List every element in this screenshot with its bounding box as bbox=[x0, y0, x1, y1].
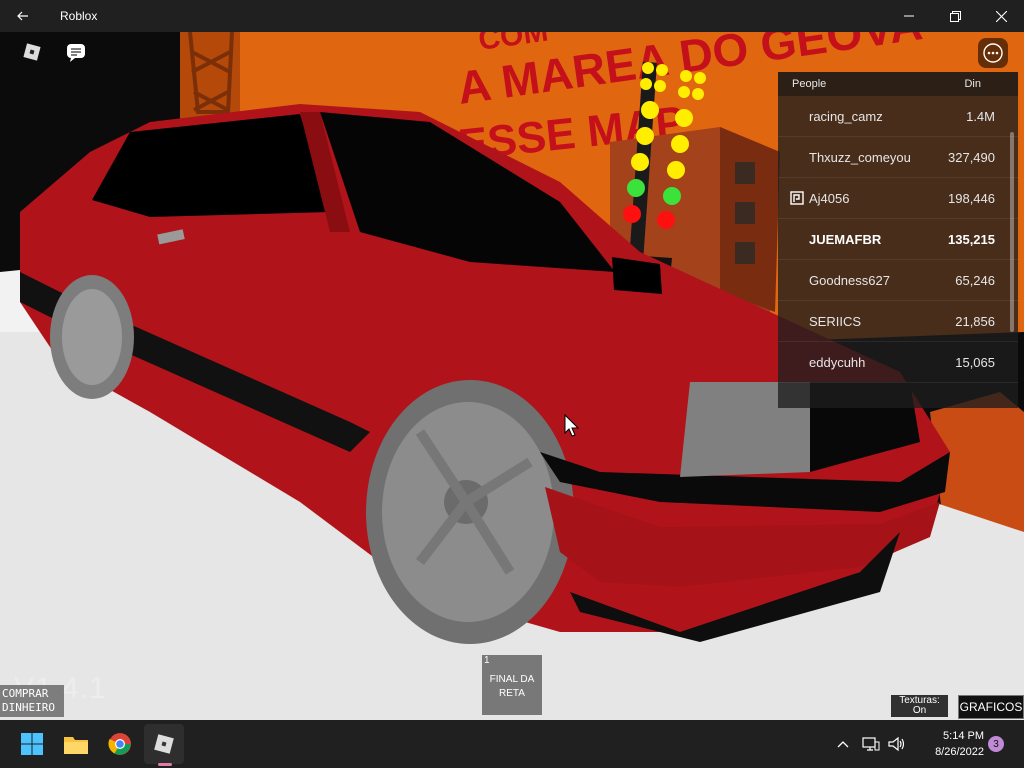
more-options-button[interactable] bbox=[978, 38, 1008, 68]
more-dots-icon bbox=[983, 43, 1003, 63]
graphics-button[interactable]: GRAFICOS bbox=[958, 695, 1024, 719]
restore-icon bbox=[949, 10, 961, 22]
clock-date: 8/26/2022 bbox=[935, 746, 984, 758]
back-button[interactable] bbox=[0, 0, 46, 32]
hotbar-slot-number: 1 bbox=[484, 655, 490, 666]
leaderboard-row[interactable]: eddycuhh 15,065 bbox=[778, 342, 1018, 383]
player-name: Goodness627 bbox=[809, 272, 890, 288]
player-name: eddycuhh bbox=[809, 354, 866, 370]
leaderboard-row[interactable]: Goodness627 65,246 bbox=[778, 260, 1018, 301]
leaderboard-row[interactable]: racing_camz 1.4M bbox=[778, 96, 1018, 137]
player-name: SERIICS bbox=[809, 313, 862, 329]
leaderboard-row-local-player[interactable]: JUEMAFBR 135,215 bbox=[778, 219, 1018, 260]
start-button[interactable] bbox=[12, 724, 52, 764]
leaderboard-row[interactable]: SERIICS 21,856 bbox=[778, 301, 1018, 342]
network-icon[interactable] bbox=[862, 736, 880, 752]
roblox-menu-button[interactable] bbox=[18, 38, 46, 66]
player-stat: 135,215 bbox=[948, 231, 995, 247]
hotbar-slot[interactable]: 1 FINAL DA RETA bbox=[482, 655, 542, 715]
buy-money-button[interactable]: COMPRAR DINHEIRO bbox=[0, 685, 64, 717]
leaderboard-row[interactable]: Aj4056 198,446 bbox=[778, 178, 1018, 219]
close-icon bbox=[995, 10, 1007, 22]
leaderboard-row[interactable]: Thxuzz_comeyou 327,490 bbox=[778, 137, 1018, 178]
leaderboard-stat-label[interactable]: Din bbox=[964, 78, 981, 90]
player-stat: 1.4M bbox=[966, 108, 995, 124]
player-stat: 65,246 bbox=[955, 272, 995, 288]
minimize-button[interactable] bbox=[886, 0, 932, 32]
folder-icon bbox=[64, 737, 88, 754]
leaderboard-people-label: People bbox=[792, 78, 827, 90]
buy-money-line1: COMPRAR bbox=[2, 687, 49, 700]
buy-money-line2: DINHEIRO bbox=[2, 701, 55, 714]
player-stat: 21,856 bbox=[955, 313, 995, 329]
restore-button[interactable] bbox=[932, 0, 978, 32]
hotbar-slot-line2: RETA bbox=[499, 688, 525, 699]
player-name: Thxuzz_comeyou bbox=[809, 149, 911, 165]
minimize-icon bbox=[904, 15, 914, 17]
leaderboard-scrollbar[interactable] bbox=[1010, 132, 1014, 332]
volume-icon[interactable] bbox=[888, 736, 906, 752]
chat-icon bbox=[67, 44, 85, 62]
clock-time: 5:14 PM bbox=[943, 730, 984, 742]
player-name: Aj4056 bbox=[809, 190, 850, 206]
player-name: JUEMAFBR bbox=[809, 231, 882, 247]
notification-badge[interactable]: 3 bbox=[988, 736, 1004, 752]
system-tray bbox=[836, 720, 906, 768]
close-button[interactable] bbox=[978, 0, 1024, 32]
window-title: Roblox bbox=[60, 9, 98, 23]
player-stat: 15,065 bbox=[955, 354, 995, 370]
roblox-app-icon bbox=[154, 734, 174, 754]
clock[interactable]: 5:14 PM 8/26/2022 bbox=[914, 728, 984, 760]
back-arrow-icon bbox=[17, 11, 28, 21]
windows-taskbar: 5:14 PM 8/26/2022 bbox=[0, 720, 1024, 768]
window-titlebar: Roblox bbox=[0, 0, 1024, 32]
premium-badge-icon bbox=[790, 191, 804, 205]
game-viewport[interactable]: COM A MAREA DO GEOVA ESSE MAP People Din… bbox=[0, 32, 1024, 720]
active-app-indicator bbox=[158, 763, 172, 766]
windows-logo-icon bbox=[21, 733, 43, 755]
chat-button[interactable] bbox=[62, 38, 90, 66]
leaderboard-header: People Din bbox=[778, 72, 1018, 96]
player-name: racing_camz bbox=[809, 108, 883, 124]
chevron-up-icon[interactable] bbox=[836, 737, 850, 751]
chrome-button[interactable] bbox=[100, 724, 140, 764]
textures-toggle-button[interactable]: Texturas: On bbox=[891, 695, 948, 717]
hotbar-slot-line1: FINAL DA bbox=[489, 674, 535, 685]
mouse-cursor-icon bbox=[564, 414, 580, 437]
player-stat: 198,446 bbox=[948, 190, 995, 206]
file-explorer-button[interactable] bbox=[56, 724, 96, 764]
chrome-icon bbox=[108, 733, 131, 755]
leaderboard-panel: People Din racing_camz 1.4M Thxuzz_comey… bbox=[778, 72, 1018, 408]
roblox-logo-icon bbox=[23, 43, 41, 61]
roblox-taskbar-button[interactable] bbox=[144, 724, 184, 764]
textures-state: On bbox=[912, 705, 927, 716]
player-stat: 327,490 bbox=[948, 149, 995, 165]
